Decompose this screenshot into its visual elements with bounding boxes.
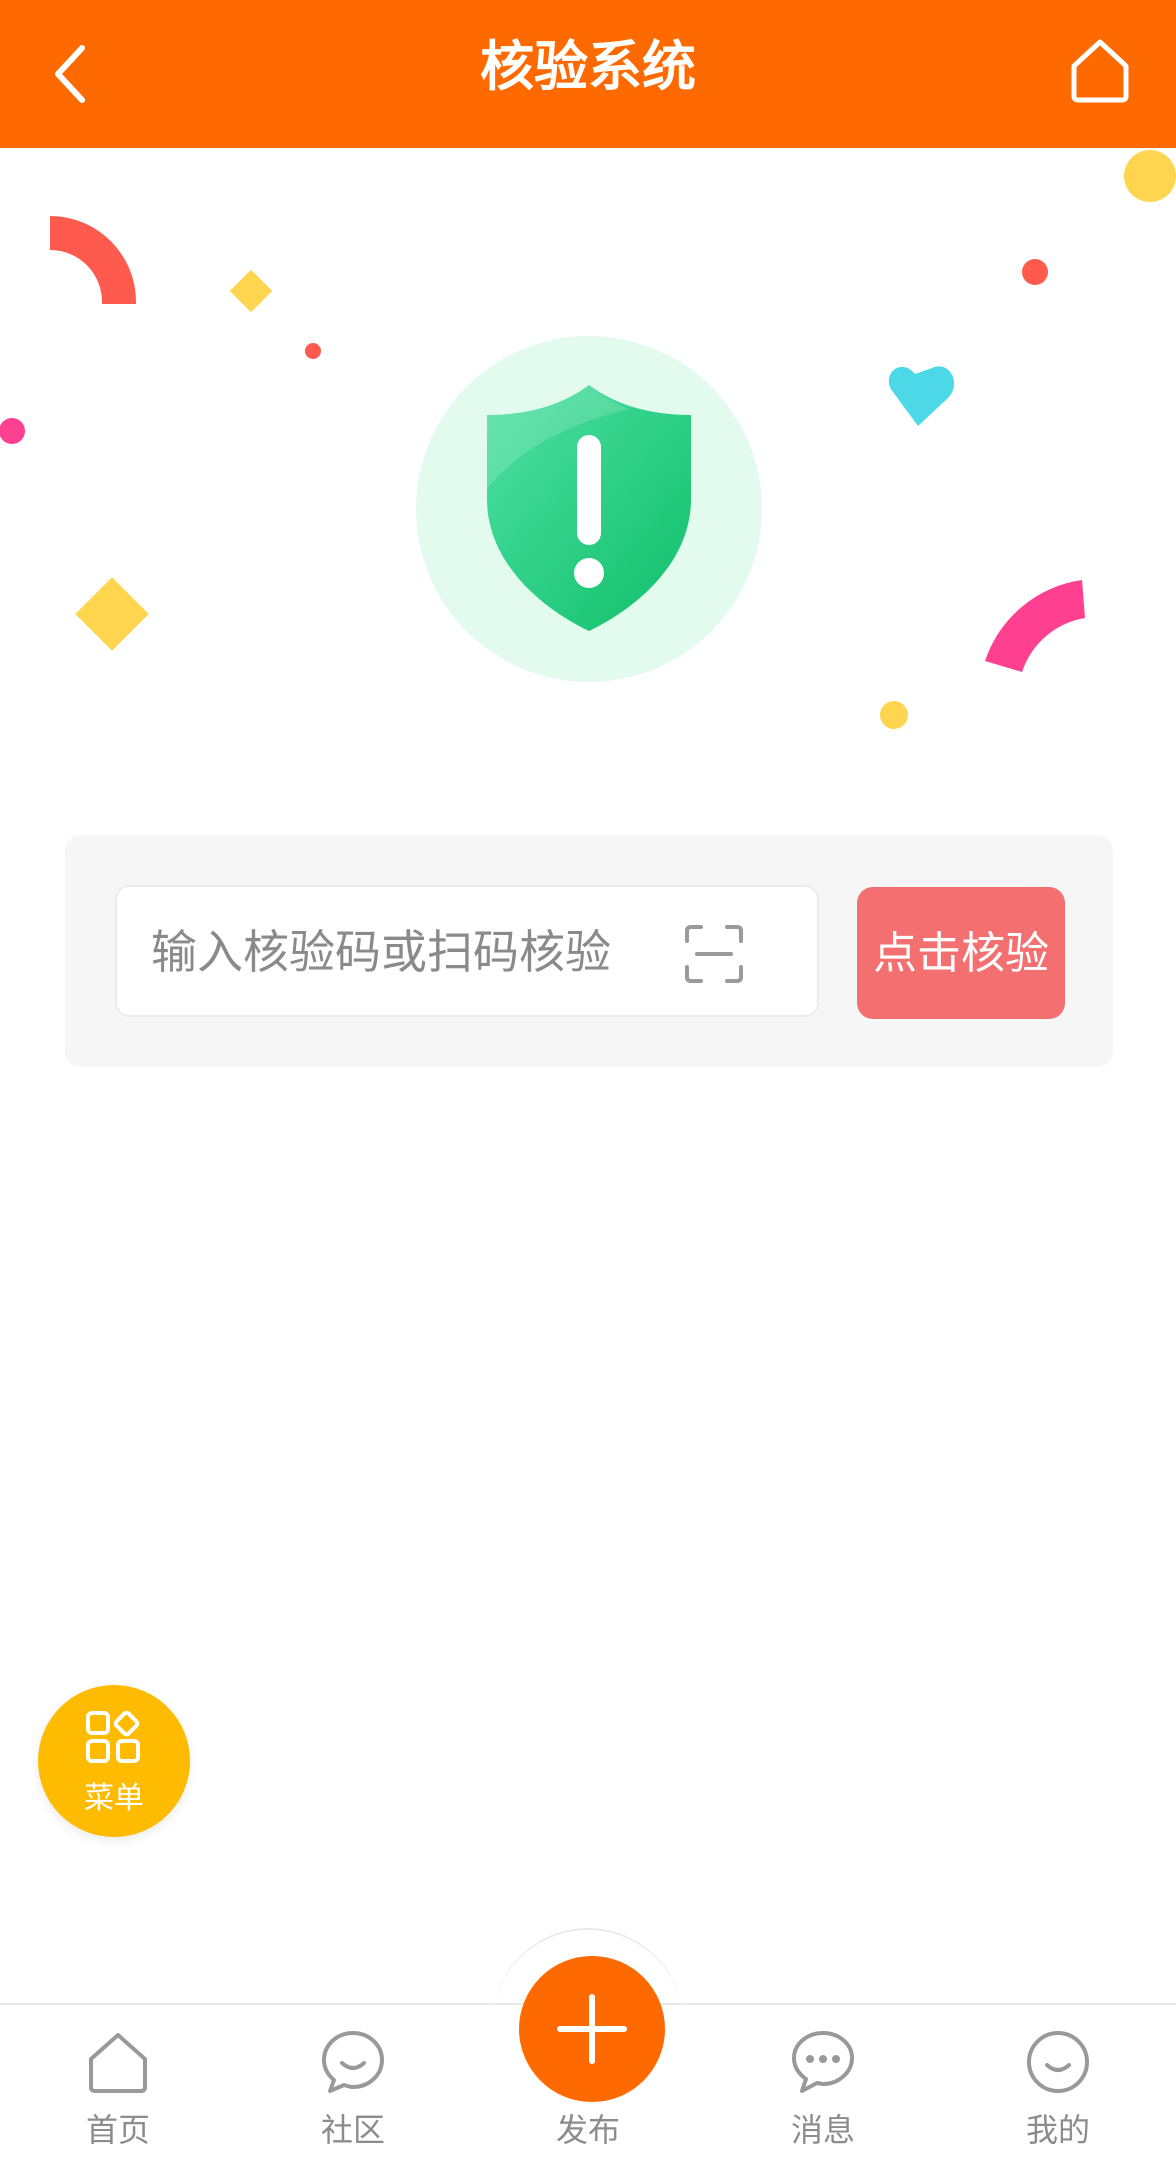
tab-profile[interactable]: 我的	[978, 2027, 1138, 2157]
tab-home[interactable]: 首页	[38, 2027, 198, 2157]
grid-menu-icon	[86, 1710, 140, 1763]
scan-icon[interactable]	[683, 923, 745, 985]
red-arc-shape	[50, 216, 137, 304]
pink-dot-shape	[0, 418, 25, 444]
verify-button[interactable]: 点击核验	[857, 887, 1065, 1019]
home-icon	[89, 2033, 147, 2093]
floating-menu-label: 菜单	[84, 1781, 144, 1816]
tab-profile-label: 我的	[1025, 2111, 1090, 2149]
yellow-dot-shape	[880, 701, 908, 729]
profile-smile-icon	[1027, 2031, 1089, 2093]
top-bar: 核验系统	[0, 0, 1176, 148]
heart-shape	[888, 366, 955, 426]
plus-icon	[557, 1994, 627, 2064]
yellow-diamond-large-shape	[75, 577, 149, 651]
tab-home-label: 首页	[85, 2111, 150, 2149]
tab-messages[interactable]: 消息	[743, 2027, 903, 2157]
red-dot-shape	[305, 343, 321, 359]
verify-panel: 点击核验	[65, 835, 1113, 1067]
publish-button[interactable]	[519, 1956, 665, 2102]
verify-code-field[interactable]	[115, 885, 819, 1017]
tab-community[interactable]: 社区	[273, 2027, 433, 2157]
shield-badge	[416, 336, 762, 682]
message-dots-icon	[792, 2031, 854, 2093]
tab-messages-label: 消息	[790, 2111, 855, 2149]
red-dot-right-shape	[1022, 259, 1048, 285]
tab-publish-label: 发布	[555, 2111, 620, 2149]
chat-smile-icon	[322, 2031, 384, 2093]
verification-page: 核验系统 输入核验码或扫码核验 点击核验 菜单 首页 社区 消息 我的 发布	[0, 0, 1176, 2163]
yellow-circle-shape	[1124, 150, 1176, 202]
verify-code-input[interactable]	[149, 887, 693, 1017]
tab-community-label: 社区	[320, 2111, 385, 2149]
pink-arc-shape	[985, 580, 1085, 672]
home-icon[interactable]	[1060, 30, 1140, 110]
shield-alert-icon	[487, 385, 691, 631]
floating-menu-button[interactable]: 菜单	[38, 1685, 190, 1837]
page-title: 核验系统	[480, 35, 696, 98]
yellow-diamond-shape	[229, 269, 273, 313]
